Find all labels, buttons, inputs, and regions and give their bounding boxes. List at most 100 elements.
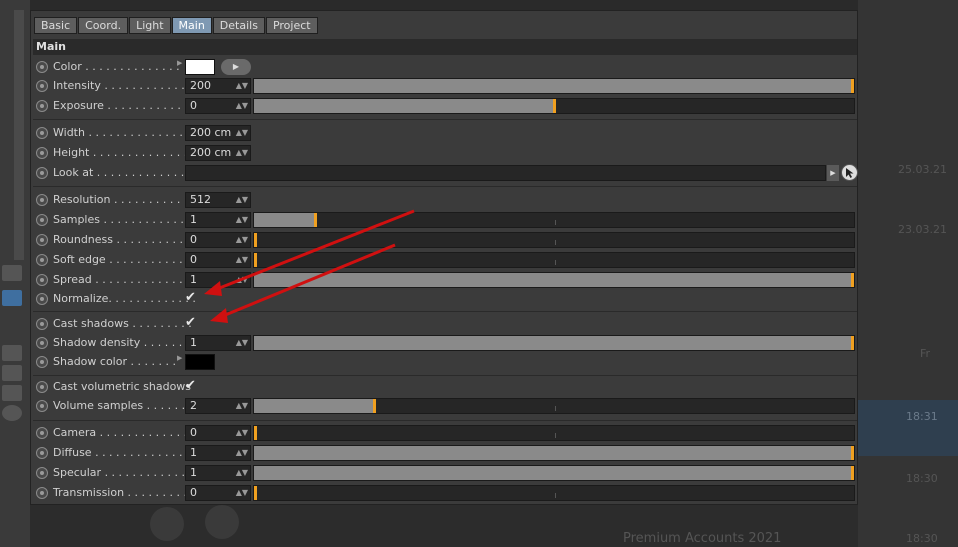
animate-radio-icon[interactable] (36, 356, 48, 368)
intensity-input[interactable]: 200 ▲▼ (185, 78, 251, 94)
spinner-icon[interactable]: ▲▼ (236, 253, 248, 267)
expand-triangle-icon[interactable]: ▶ (177, 59, 182, 67)
animate-radio-icon[interactable] (36, 381, 48, 393)
animate-radio-icon[interactable] (36, 100, 48, 112)
tab-coord[interactable]: Coord. (78, 17, 129, 34)
tab-main[interactable]: Main (171, 17, 212, 34)
camera-slider[interactable] (253, 425, 855, 441)
slider-knob[interactable] (851, 336, 854, 350)
intensity-slider[interactable] (253, 78, 855, 94)
pick-cursor-icon[interactable] (841, 164, 858, 181)
background-date: 25.03.21 (898, 163, 947, 176)
height-input[interactable]: 200 cm ▲▼ (185, 145, 251, 161)
castvol-checkbox[interactable]: ✔ (185, 378, 196, 393)
slider-knob[interactable] (314, 213, 317, 227)
softedge-slider[interactable] (253, 252, 855, 268)
exposure-slider[interactable] (253, 98, 855, 114)
spinner-icon[interactable]: ▲▼ (236, 146, 248, 160)
tab-light[interactable]: Light (129, 17, 171, 34)
volsamples-input[interactable]: 2 ▲▼ (185, 398, 251, 414)
row-height: Height . . . . . . . . . . . . . . 200 c… (33, 144, 857, 163)
spinner-icon[interactable]: ▲▼ (236, 466, 248, 480)
spinner-icon[interactable]: ▲▼ (236, 336, 248, 350)
row-intensity: Intensity . . . . . . . . . . . . 200 ▲▼ (33, 77, 857, 96)
resolution-input[interactable]: 512 ▲▼ (185, 192, 251, 208)
slider-knob[interactable] (851, 446, 854, 460)
roundness-input[interactable]: 0 ▲▼ (185, 232, 251, 248)
spinner-icon[interactable]: ▲▼ (236, 273, 248, 287)
spinner-icon[interactable]: ▲▼ (236, 213, 248, 227)
shadowdensity-slider[interactable] (253, 335, 855, 351)
diffuse-slider[interactable] (253, 445, 855, 461)
castshadows-checkbox[interactable]: ✔ (185, 315, 196, 330)
animate-radio-icon[interactable] (36, 194, 48, 206)
animate-radio-icon[interactable] (36, 318, 48, 330)
animate-radio-icon[interactable] (36, 214, 48, 226)
animate-radio-icon[interactable] (36, 234, 48, 246)
spinner-icon[interactable]: ▲▼ (236, 399, 248, 413)
animate-radio-icon[interactable] (36, 337, 48, 349)
slider-knob[interactable] (254, 253, 257, 267)
link-arrow-icon[interactable]: ▶ (827, 165, 839, 181)
tab-project[interactable]: Project (265, 17, 318, 34)
transmission-slider[interactable] (253, 485, 855, 501)
camera-input[interactable]: 0 ▲▼ (185, 425, 251, 441)
animate-radio-icon[interactable] (36, 147, 48, 159)
spinner-icon[interactable]: ▲▼ (236, 233, 248, 247)
animate-radio-icon[interactable] (36, 427, 48, 439)
spinner-icon[interactable]: ▲▼ (236, 79, 248, 93)
divider (33, 119, 857, 120)
specular-input[interactable]: 1 ▲▼ (185, 465, 251, 481)
volsamples-slider[interactable] (253, 398, 855, 414)
spinner-icon[interactable]: ▲▼ (236, 193, 248, 207)
shadowcolor-swatch[interactable] (185, 354, 215, 370)
slider-knob[interactable] (553, 99, 556, 113)
samples-input[interactable]: 1 ▲▼ (185, 212, 251, 228)
row-specular: Specular . . . . . . . . . . . . . 1 ▲▼ (33, 464, 857, 483)
background-date: 18:30 (906, 532, 938, 545)
specular-slider[interactable] (253, 465, 855, 481)
slider-knob[interactable] (373, 399, 376, 413)
slider-knob[interactable] (851, 466, 854, 480)
spinner-icon[interactable]: ▲▼ (236, 446, 248, 460)
animate-radio-icon[interactable] (36, 400, 48, 412)
slider-knob[interactable] (851, 273, 854, 287)
spinner-icon[interactable]: ▲▼ (236, 126, 248, 140)
roundness-slider[interactable] (253, 232, 855, 248)
tab-details[interactable]: Details (212, 17, 265, 34)
tab-basic[interactable]: Basic (34, 17, 78, 34)
animate-radio-icon[interactable] (36, 167, 48, 179)
width-input[interactable]: 200 cm ▲▼ (185, 125, 251, 141)
lookat-link-field[interactable] (185, 165, 826, 181)
spread-slider[interactable] (253, 272, 855, 288)
diffuse-input[interactable]: 1 ▲▼ (185, 445, 251, 461)
softedge-input[interactable]: 0 ▲▼ (185, 252, 251, 268)
animate-radio-icon[interactable] (36, 487, 48, 499)
animate-radio-icon[interactable] (36, 80, 48, 92)
animate-radio-icon[interactable] (36, 254, 48, 266)
spinner-icon[interactable]: ▲▼ (236, 426, 248, 440)
slider-knob[interactable] (254, 233, 257, 247)
exposure-input[interactable]: 0 ▲▼ (185, 98, 251, 114)
normalize-checkbox[interactable]: ✔ (185, 290, 196, 305)
softedge-label: Soft edge . . . . . . . . . . . . (53, 253, 190, 266)
animate-radio-icon[interactable] (36, 467, 48, 479)
animate-radio-icon[interactable] (36, 274, 48, 286)
spinner-icon[interactable]: ▲▼ (236, 486, 248, 500)
slider-knob[interactable] (254, 426, 257, 440)
color-expand-button[interactable]: ▶ (221, 59, 251, 75)
shadowdensity-input[interactable]: 1 ▲▼ (185, 335, 251, 351)
animate-radio-icon[interactable] (36, 293, 48, 305)
samples-slider[interactable] (253, 212, 855, 228)
animate-radio-icon[interactable] (36, 61, 48, 73)
spinner-icon[interactable]: ▲▼ (236, 99, 248, 113)
animate-radio-icon[interactable] (36, 447, 48, 459)
attribute-panel: Basic Coord. Light Main Details Project … (30, 10, 858, 505)
expand-triangle-icon[interactable]: ▶ (177, 354, 182, 362)
color-swatch[interactable] (185, 59, 215, 75)
slider-knob[interactable] (254, 486, 257, 500)
transmission-input[interactable]: 0 ▲▼ (185, 485, 251, 501)
animate-radio-icon[interactable] (36, 127, 48, 139)
spread-input[interactable]: 1 ▲▼ (185, 272, 251, 288)
slider-knob[interactable] (851, 79, 854, 93)
